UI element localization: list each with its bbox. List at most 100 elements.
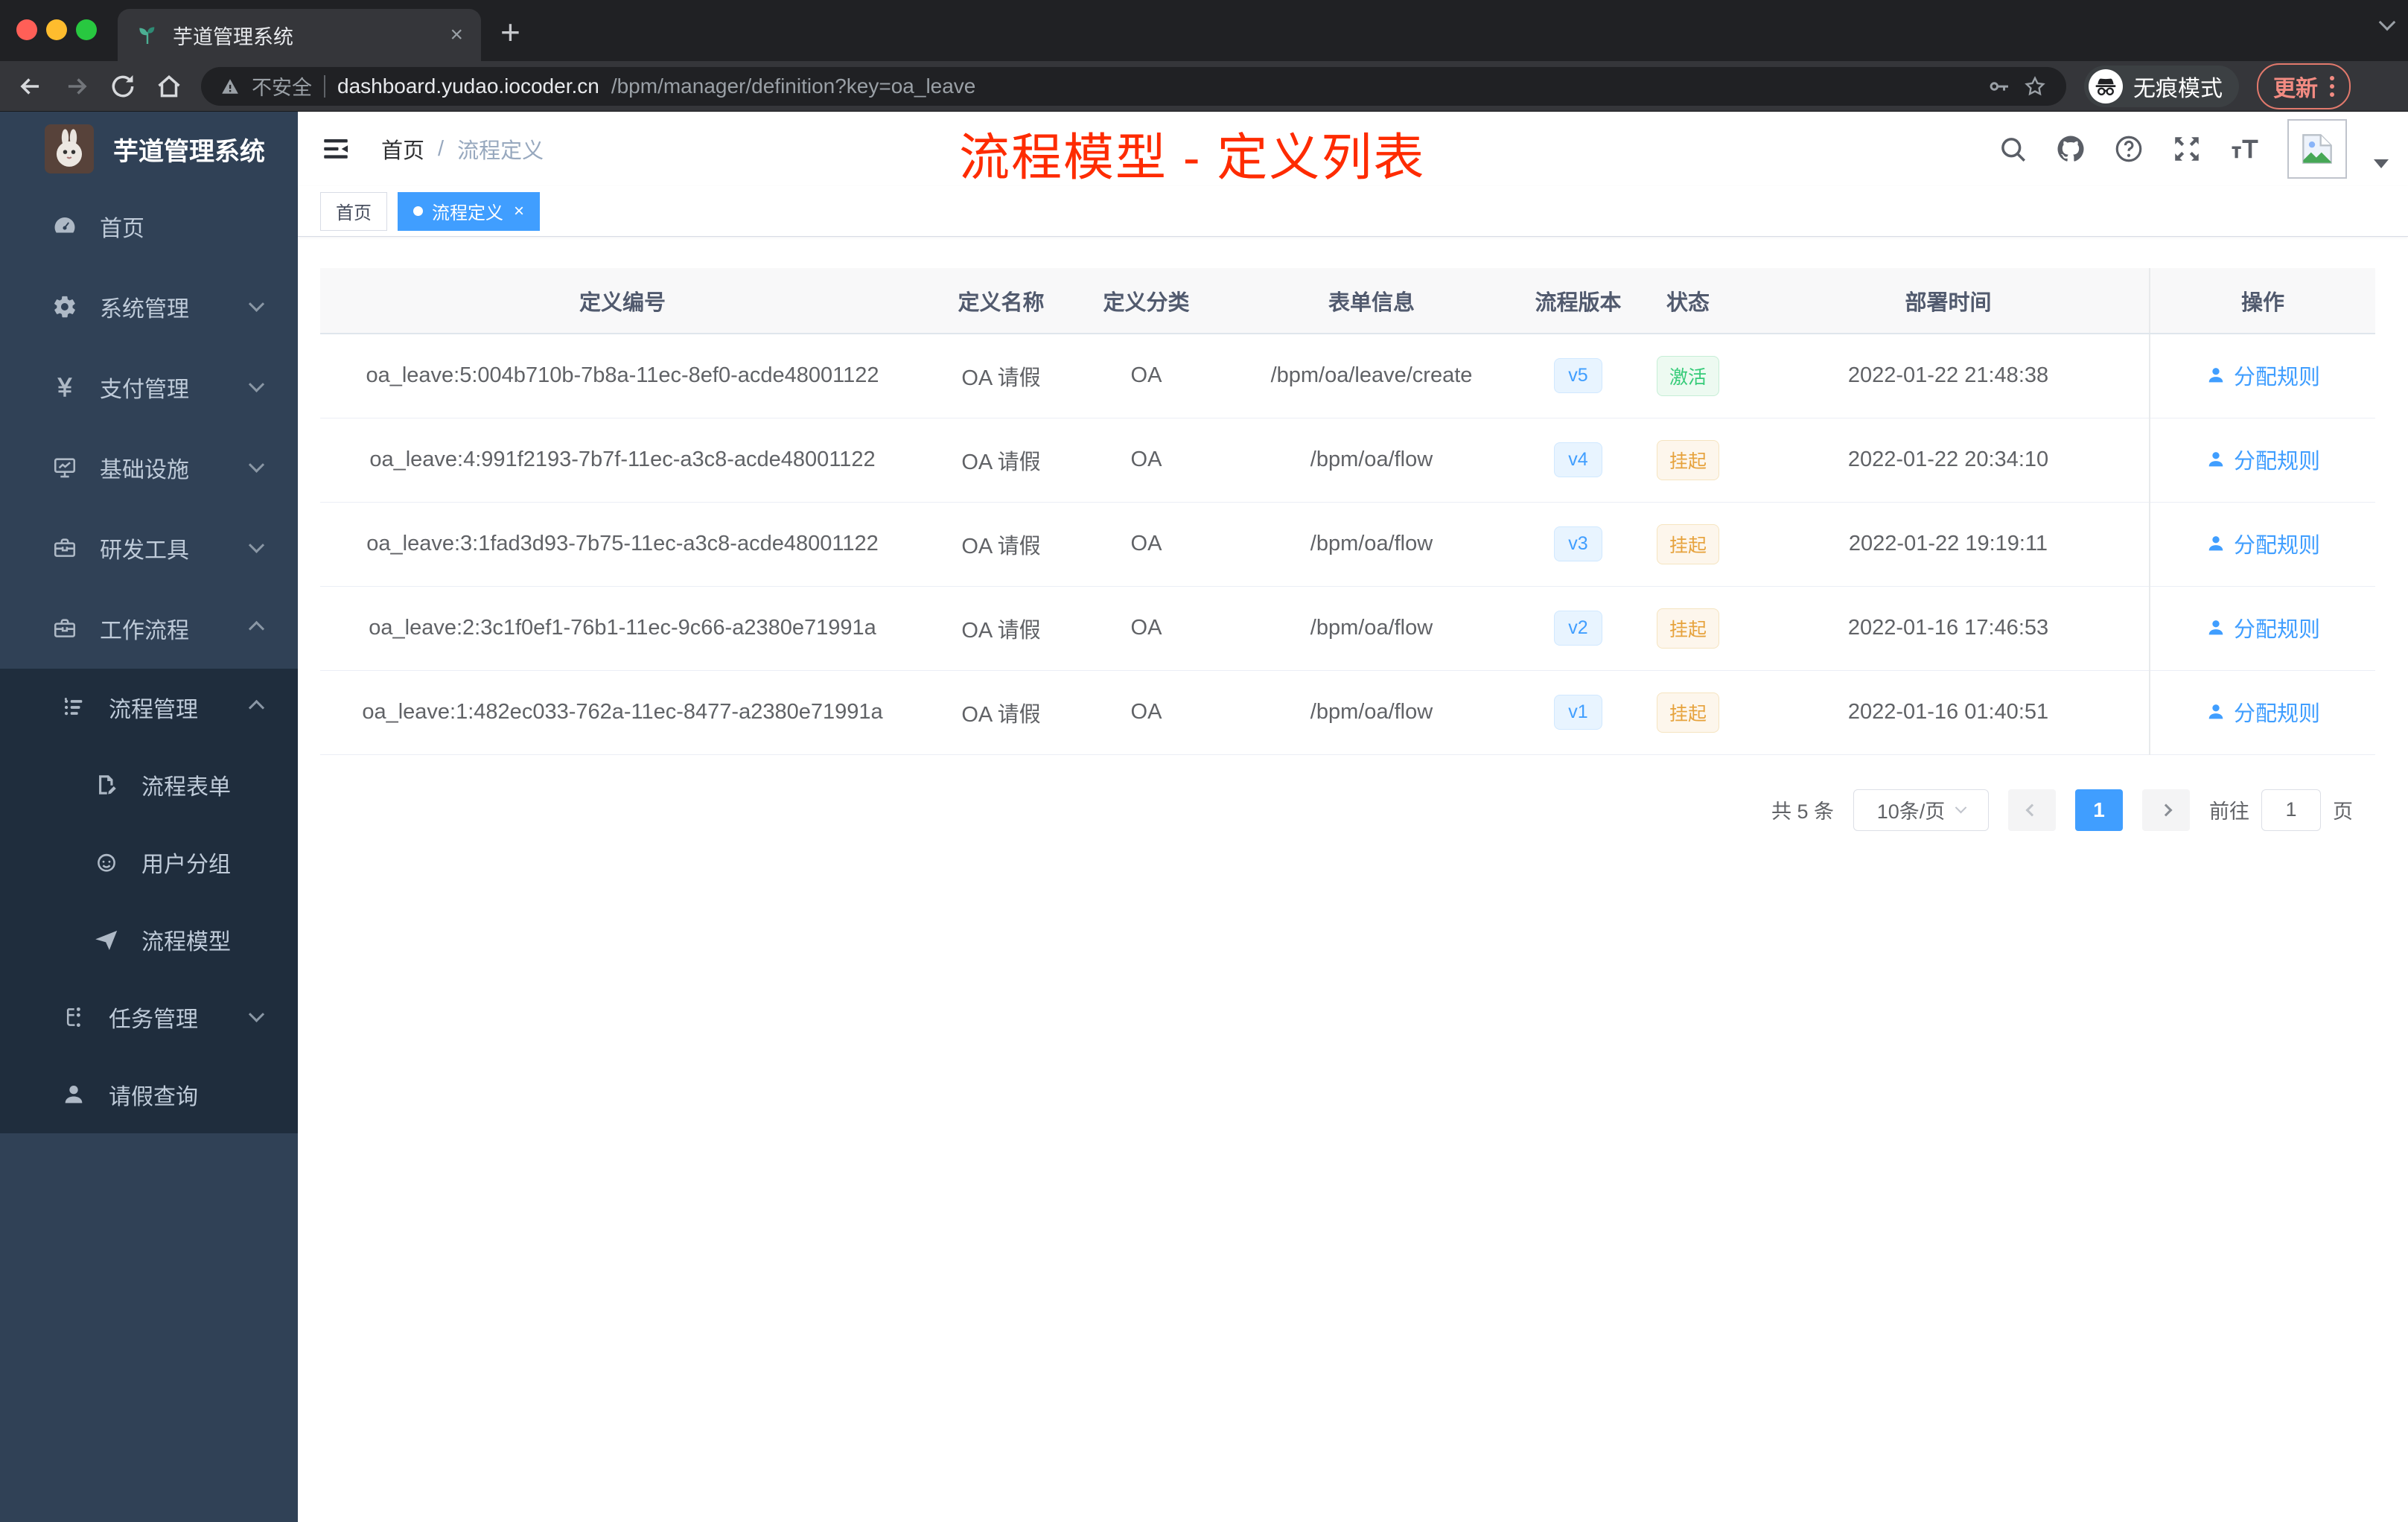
cell-category: OA — [1077, 502, 1215, 587]
password-key-icon[interactable] — [1987, 74, 2011, 98]
pagination: 共 5 条 10条/页 1 前往 页 — [320, 789, 2386, 831]
sidebar-item[interactable]: 工作流程 — [0, 588, 298, 669]
user-icon — [2205, 449, 2226, 470]
chevron-icon — [248, 537, 265, 553]
address-bar[interactable]: 不安全 dashboard.yudao.iocoder.cn /bpm/mana… — [201, 66, 2066, 106]
page-size-select[interactable]: 10条/页 — [1853, 789, 1989, 831]
sidebar-item[interactable]: 流程管理 — [0, 669, 298, 746]
chevron-icon — [248, 456, 265, 473]
user-icon — [2205, 617, 2226, 638]
sidebar-item[interactable]: 用户分组 — [0, 824, 298, 901]
reload-icon[interactable] — [109, 72, 137, 101]
app: 芋道管理系统 首页 系统管理 支付管理 基础设施 研发工具 工作流程 流程管理 — [0, 112, 2408, 1522]
cell-deploy-time: 2022-01-22 20:34:10 — [1748, 418, 2150, 503]
home-icon[interactable] — [155, 72, 183, 101]
browser-chrome: 芋道管理系统 × + 不安全 dashboard.yudao.iocoder.c… — [0, 0, 2408, 112]
cell-form-link[interactable]: /bpm/oa/flow — [1215, 670, 1528, 755]
yen-icon — [52, 375, 77, 400]
menu-dots-icon[interactable] — [2330, 75, 2334, 97]
page-size-value: 10条/页 — [1876, 800, 1946, 823]
prev-page-button[interactable] — [2008, 789, 2056, 831]
sidebar-item[interactable]: 任务管理 — [0, 978, 298, 1056]
sidebar-toggle-icon[interactable] — [320, 133, 351, 165]
cell-definition-name-link[interactable]: OA 请假 — [925, 334, 1077, 418]
maximize-window-button[interactable] — [76, 19, 97, 40]
url-divider — [324, 74, 325, 98]
cell-definition-name-link[interactable]: OA 请假 — [925, 418, 1077, 503]
version-tag: v3 — [1554, 526, 1602, 561]
tags-view-tag[interactable]: 流程定义 × — [398, 191, 541, 231]
url-domain[interactable]: dashboard.yudao.iocoder.cn — [337, 74, 599, 98]
table-row: oa_leave:3:1fad3d93-7b75-11ec-a3c8-acde4… — [320, 502, 2375, 587]
minimize-window-button[interactable] — [46, 19, 67, 40]
update-button[interactable]: 更新 — [2257, 63, 2351, 109]
cell-form-link[interactable]: /bpm/oa/leave/create — [1215, 334, 1528, 418]
not-secure-warning-icon[interactable] — [220, 77, 240, 96]
cell-form-link[interactable]: /bpm/oa/flow — [1215, 418, 1528, 503]
sidebar-item[interactable]: 流程表单 — [0, 746, 298, 824]
tag-close-icon[interactable]: × — [514, 201, 524, 222]
sidebar-item[interactable]: 基础设施 — [0, 427, 298, 508]
page-number-button[interactable]: 1 — [2075, 789, 2123, 831]
breadcrumb-home[interactable]: 首页 — [381, 133, 424, 165]
user-icon — [2205, 365, 2226, 386]
table-row: oa_leave:1:482ec033-762a-11ec-8477-a2380… — [320, 670, 2375, 755]
not-secure-label[interactable]: 不安全 — [252, 71, 312, 101]
assign-rule-link[interactable]: 分配规则 — [2205, 696, 2320, 727]
assign-rule-link[interactable]: 分配规则 — [2205, 528, 2320, 559]
navbar-actions — [1997, 112, 2389, 186]
tags-view-tag[interactable]: 首页 — [320, 191, 387, 231]
help-icon[interactable] — [2113, 133, 2144, 165]
assign-rule-link[interactable]: 分配规则 — [2205, 612, 2320, 643]
browser-tab[interactable]: 芋道管理系统 × — [118, 9, 481, 61]
cell-definition-id: oa_leave:4:991f2193-7b7f-11ec-a3c8-acde4… — [320, 418, 925, 503]
user-avatar-broken-image[interactable] — [2287, 119, 2347, 179]
cell-category: OA — [1077, 334, 1215, 418]
sidebar-item[interactable]: 系统管理 — [0, 267, 298, 347]
status-tag: 激活 — [1656, 355, 1719, 396]
url-path[interactable]: /bpm/manager/definition?key=oa_leave — [611, 74, 1975, 98]
sidebar-item[interactable]: 首页 — [0, 186, 298, 267]
cell-definition-name-link[interactable]: OA 请假 — [925, 670, 1077, 755]
cell-definition-name-link[interactable]: OA 请假 — [925, 586, 1077, 671]
avatar-dropdown-caret-icon[interactable] — [2374, 159, 2389, 168]
next-page-button[interactable] — [2142, 789, 2190, 831]
assign-rule-link[interactable]: 分配规则 — [2205, 360, 2320, 391]
cell-form-link[interactable]: /bpm/oa/flow — [1215, 586, 1528, 671]
sidebar-item[interactable]: 流程模型 — [0, 901, 298, 978]
cell-deploy-time: 2022-01-16 17:46:53 — [1748, 586, 2150, 671]
sidebar-logo[interactable]: 芋道管理系统 — [0, 112, 298, 186]
font-size-icon[interactable] — [2229, 133, 2261, 165]
cell-form-link[interactable]: /bpm/oa/flow — [1215, 502, 1528, 587]
breadcrumb-separator: / — [438, 136, 445, 161]
cell-version: v2 — [1528, 586, 1628, 671]
cell-definition-id: oa_leave:1:482ec033-762a-11ec-8477-a2380… — [320, 670, 925, 755]
assign-rule-link[interactable]: 分配规则 — [2205, 444, 2320, 475]
close-window-button[interactable] — [16, 19, 37, 40]
cell-version: v1 — [1528, 670, 1628, 755]
tab-search-chevron-icon[interactable] — [2378, 13, 2396, 31]
sidebar-item[interactable]: 请假查询 — [0, 1056, 298, 1133]
cell-definition-name-link[interactable]: OA 请假 — [925, 502, 1077, 587]
back-icon[interactable] — [16, 72, 45, 101]
sidebar-item[interactable]: 研发工具 — [0, 508, 298, 588]
main-panel: 首页 / 流程定义 流程模型 - 定义列表 首页 流程定义 × 定义编号 定义名… — [298, 112, 2408, 1522]
column-header-form: 表单信息 — [1215, 268, 1528, 334]
logo-avatar — [45, 124, 94, 173]
cell-definition-id: oa_leave:3:1fad3d93-7b75-11ec-a3c8-acde4… — [320, 502, 925, 587]
new-tab-button[interactable]: + — [500, 12, 520, 52]
tab-close-icon[interactable]: × — [450, 24, 463, 46]
cell-category: OA — [1077, 586, 1215, 671]
search-icon[interactable] — [1997, 133, 2028, 165]
fullscreen-icon[interactable] — [2171, 133, 2202, 165]
tasks-icon — [61, 1004, 86, 1030]
cell-status: 挂起 — [1628, 502, 1748, 587]
goto-page-input[interactable] — [2261, 789, 2321, 831]
cell-status: 激活 — [1628, 334, 1748, 418]
github-icon[interactable] — [2055, 133, 2086, 165]
bookmark-star-icon[interactable] — [2023, 74, 2047, 98]
status-tag: 挂起 — [1656, 692, 1719, 733]
cell-status: 挂起 — [1628, 670, 1748, 755]
forward-icon[interactable] — [63, 72, 91, 101]
sidebar-item[interactable]: 支付管理 — [0, 347, 298, 427]
